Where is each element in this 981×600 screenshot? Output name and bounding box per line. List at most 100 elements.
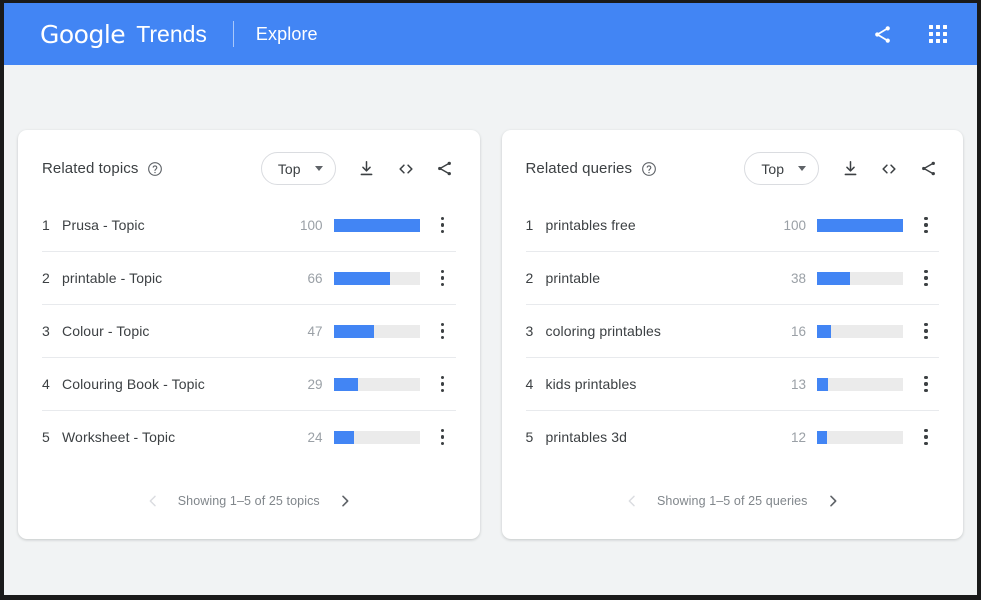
row-label[interactable]: kids printables [546, 376, 775, 392]
row-value: 100 [783, 217, 806, 233]
trends-row[interactable]: 1 printables free 100 [526, 199, 940, 251]
trends-card: Related topics Top 1 Prusa - Topic 100 2… [18, 130, 480, 539]
row-label[interactable]: printables 3d [546, 429, 775, 445]
help-circle-icon[interactable] [641, 161, 657, 177]
cards-container: Related topics Top 1 Prusa - Topic 100 2… [4, 65, 977, 539]
chevron-left-icon[interactable] [623, 492, 641, 510]
row-rank: 3 [525, 323, 534, 339]
row-label[interactable]: Prusa - Topic [62, 217, 291, 233]
row-more-options-icon[interactable] [913, 316, 939, 346]
embed-icon[interactable] [878, 158, 900, 180]
row-bar-track [333, 271, 420, 285]
apps-grid-icon[interactable] [925, 21, 951, 47]
row-rank: 5 [525, 429, 534, 445]
download-icon[interactable] [356, 158, 378, 180]
google-logo[interactable]: Google [40, 20, 126, 49]
chevron-down-icon [314, 166, 323, 171]
trends-row[interactable]: 3 Colour - Topic 47 [42, 304, 456, 357]
sort-filter-dropdown[interactable]: Top [260, 152, 336, 185]
row-rank: 3 [42, 323, 50, 339]
row-bar-fill [817, 324, 831, 338]
row-more-options-icon[interactable] [430, 210, 456, 240]
row-bar-track [333, 377, 420, 391]
pagination-label: Showing 1–5 of 25 queries [656, 494, 808, 508]
row-label[interactable]: printables free [546, 217, 775, 233]
trends-row[interactable]: 1 Prusa - Topic 100 [42, 199, 456, 251]
card-header: Related topics Top [18, 130, 480, 199]
card-pagination: Showing 1–5 of 25 topics [18, 473, 480, 529]
product-name[interactable]: Trends [136, 21, 207, 48]
row-bar-fill [333, 271, 391, 285]
trends-row[interactable]: 5 printables 3d 12 [525, 410, 939, 463]
row-value: 47 [307, 323, 323, 339]
row-value: 100 [299, 217, 323, 233]
brand-divider [232, 21, 234, 47]
row-bar-track [817, 324, 903, 338]
row-bar-track [333, 324, 420, 338]
row-bar-track [817, 218, 903, 232]
row-bar-track [817, 271, 903, 285]
row-label[interactable]: printable [546, 270, 775, 286]
row-bar-fill [817, 271, 850, 285]
pagination-label: Showing 1–5 of 25 topics [177, 494, 320, 508]
trends-row[interactable]: 4 Colouring Book - Topic 29 [42, 357, 456, 410]
row-value: 38 [790, 270, 806, 286]
chevron-down-icon [798, 166, 806, 171]
row-more-options-icon[interactable] [913, 422, 939, 452]
row-rank: 5 [42, 429, 50, 445]
row-bar-fill [817, 218, 903, 232]
row-more-options-icon[interactable] [430, 316, 456, 346]
card-title: Related queries [525, 160, 633, 177]
row-more-options-icon[interactable] [430, 422, 456, 452]
row-more-options-icon[interactable] [913, 263, 939, 293]
trends-row[interactable]: 3 coloring printables 16 [525, 304, 939, 357]
row-rank: 2 [42, 270, 50, 286]
row-more-options-icon[interactable] [913, 210, 939, 240]
row-rank: 4 [525, 376, 534, 392]
row-label[interactable]: Colour - Topic [62, 323, 291, 339]
row-more-options-icon[interactable] [430, 263, 456, 293]
row-bar-fill [333, 324, 374, 338]
trends-row[interactable]: 4 kids printables 13 [525, 357, 939, 410]
row-bar-track [817, 430, 903, 444]
chevron-right-icon[interactable] [824, 492, 842, 510]
download-icon[interactable] [839, 158, 861, 180]
share-icon[interactable] [434, 158, 456, 180]
app-frame: Google Trends Explore Related topics Top… [4, 3, 977, 595]
trends-card: Related queries Top 1 printables free 10… [501, 130, 964, 539]
row-bar-fill [817, 430, 828, 444]
row-value: 13 [790, 376, 806, 392]
share-icon[interactable] [917, 158, 939, 180]
row-value: 12 [790, 429, 806, 445]
trends-row[interactable]: 2 printable 38 [525, 251, 939, 304]
row-rank: 1 [42, 217, 50, 233]
row-more-options-icon[interactable] [913, 369, 939, 399]
row-bar-track [817, 377, 903, 391]
share-icon[interactable] [869, 21, 895, 47]
row-rank: 4 [42, 376, 50, 392]
nav-explore[interactable]: Explore [256, 24, 318, 45]
row-bar-fill [333, 430, 355, 444]
trends-row[interactable]: 5 Worksheet - Topic 24 [42, 410, 456, 463]
embed-icon[interactable] [395, 158, 417, 180]
brand-area: Google Trends Explore [40, 20, 869, 49]
row-value: 16 [790, 323, 806, 339]
sort-filter-dropdown[interactable]: Top [744, 152, 819, 185]
chevron-left-icon[interactable] [144, 492, 162, 510]
row-label[interactable]: Worksheet - Topic [62, 429, 291, 445]
card-title: Related topics [42, 160, 139, 177]
row-label[interactable]: Colouring Book - Topic [62, 376, 291, 392]
row-value: 66 [307, 270, 323, 286]
row-value: 29 [307, 376, 323, 392]
row-label[interactable]: printable - Topic [62, 270, 291, 286]
sort-filter-value: Top [761, 160, 784, 177]
row-label[interactable]: coloring printables [546, 323, 775, 339]
help-circle-icon[interactable] [147, 161, 163, 177]
row-bar-track [333, 218, 420, 232]
row-more-options-icon[interactable] [430, 369, 456, 399]
trends-row[interactable]: 2 printable - Topic 66 [42, 251, 456, 304]
trends-row-list: 1 printables free 100 2 printable 38 3 c… [502, 199, 964, 463]
top-bar-actions [869, 21, 951, 47]
card-pagination: Showing 1–5 of 25 queries [502, 473, 964, 529]
chevron-right-icon[interactable] [336, 492, 354, 510]
